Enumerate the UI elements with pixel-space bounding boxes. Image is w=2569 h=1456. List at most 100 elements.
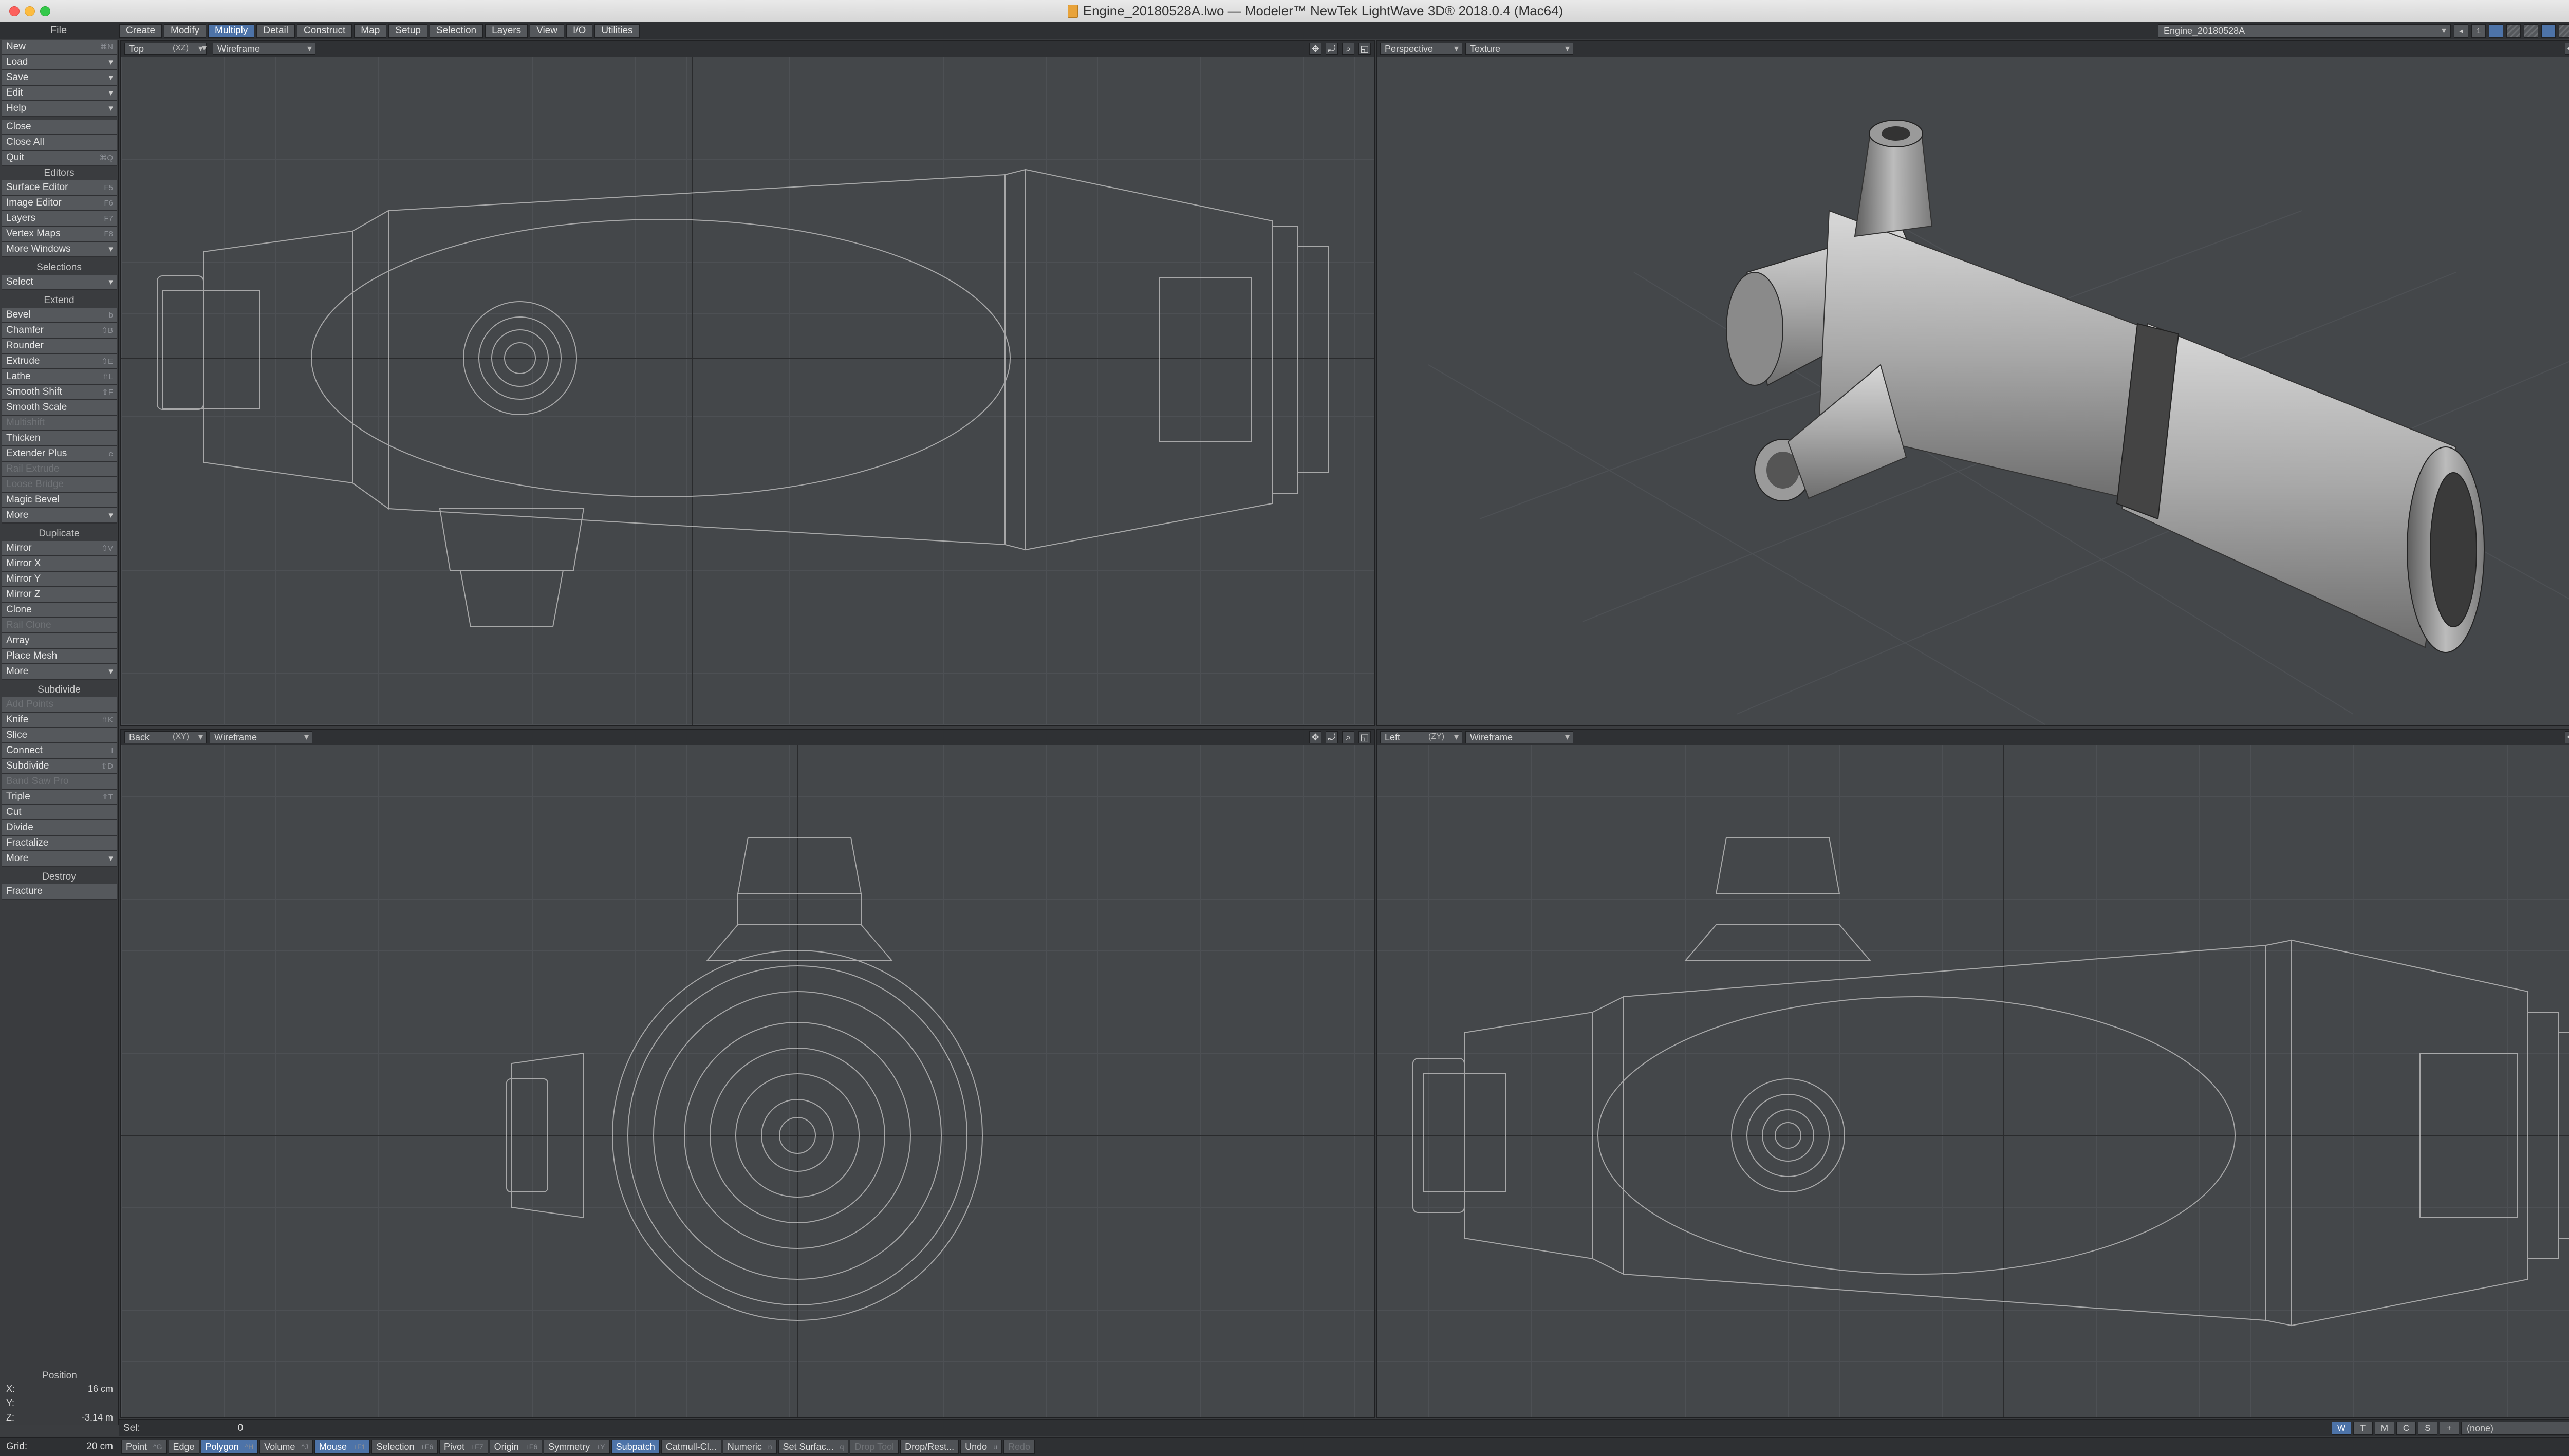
mode-drop-rest-button[interactable]: Drop/Rest... (900, 1440, 959, 1454)
layer-5-box[interactable] (2559, 24, 2569, 38)
display-toggle-s[interactable]: S (2418, 1422, 2437, 1435)
file_items2-quit-button[interactable]: Quit ⌘Q (2, 151, 117, 166)
destroy-fracture-button[interactable]: Fracture (2, 884, 117, 900)
duplicate-mirror-y-button[interactable]: Mirror Y (2, 572, 117, 587)
extend-thicken-button[interactable]: Thicken (2, 431, 117, 446)
render-mode-select[interactable]: Wireframe (213, 43, 315, 55)
layer-4-box[interactable] (2541, 24, 2556, 38)
tab-layers[interactable]: Layers (485, 24, 528, 38)
duplicate-mirror-button[interactable]: Mirror ⇧V (2, 541, 117, 556)
editors-image-editor-button[interactable]: Image Editor F6 (2, 196, 117, 211)
tab-setup[interactable]: Setup (388, 24, 427, 38)
duplicate-clone-button[interactable]: Clone (2, 603, 117, 618)
layer-3-box[interactable] (2524, 24, 2538, 38)
tab-multiply[interactable]: Multiply (208, 24, 255, 38)
viewport-perspective[interactable]: Perspective Texture ✥ ⤾ ⌕ ◱ (1376, 40, 2569, 726)
viewport-back[interactable]: Back Wireframe (XY) ✥ ⤾ ⌕ ◱ (120, 729, 1375, 1418)
subdivide-divide-button[interactable]: Divide (2, 820, 117, 836)
tab-selection[interactable]: Selection (429, 24, 483, 38)
mode-origin-button[interactable]: Origin +F6 (489, 1440, 543, 1454)
viewport-left[interactable]: Left Wireframe (ZY) ✥ ⤾ ⌕ ◱ (1376, 729, 2569, 1418)
subdivide-knife-button[interactable]: Knife ⇧K (2, 713, 117, 728)
maximize-view-icon[interactable]: ◱ (1358, 731, 1371, 743)
display-toggle-t[interactable]: T (2353, 1422, 2373, 1435)
rotate-view-icon[interactable]: ⤾ (1326, 731, 1338, 743)
zoom-view-icon[interactable]: ⌕ (1342, 731, 1354, 743)
render-mode-select[interactable]: Wireframe (1465, 731, 1573, 743)
view-type-select[interactable]: Top (124, 43, 207, 55)
editors-more-windows-button[interactable]: More Windows (2, 242, 117, 257)
tab-view[interactable]: View (530, 24, 564, 38)
extend-smooth-shift-button[interactable]: Smooth Shift ⇧F (2, 385, 117, 400)
extend-bevel-button[interactable]: Bevel b (2, 308, 117, 323)
mode-polygon-button[interactable]: Polygon ^H (200, 1440, 258, 1454)
tab-modify[interactable]: Modify (164, 24, 206, 38)
duplicate-place-mesh-button[interactable]: Place Mesh (2, 649, 117, 664)
duplicate-mirror-x-button[interactable]: Mirror X (2, 556, 117, 572)
mode-subpatch-button[interactable]: Subpatch (611, 1440, 660, 1454)
duplicate-more-button[interactable]: More (2, 664, 117, 680)
mode-undo-button[interactable]: Undo u (960, 1440, 1002, 1454)
tab-utilities[interactable]: Utilities (594, 24, 640, 38)
extend-extender-plus-button[interactable]: Extender Plus e (2, 446, 117, 462)
editors-layers-button[interactable]: Layers F7 (2, 211, 117, 227)
extend-chamfer-button[interactable]: Chamfer ⇧B (2, 323, 117, 339)
viewport-top[interactable]: Top Wireframe (XZ) ✥ ⤾ ⌕ ◱ (120, 40, 1375, 726)
object-select[interactable]: Engine_20180528A (2158, 24, 2451, 38)
extend-extrude-button[interactable]: Extrude ⇧E (2, 354, 117, 369)
selections-select-button[interactable]: Select (2, 275, 117, 290)
subdivide-more-button[interactable]: More (2, 851, 117, 867)
view-type-select[interactable]: Back (124, 731, 207, 743)
display-toggle-w[interactable]: W (2332, 1422, 2351, 1435)
extend-lathe-button[interactable]: Lathe ⇧L (2, 369, 117, 385)
mode-point-button[interactable]: Point ^G (121, 1440, 167, 1454)
tab-create[interactable]: Create (119, 24, 162, 38)
none-select[interactable]: (none) (2461, 1422, 2569, 1435)
extend-rounder-button[interactable]: Rounder (2, 339, 117, 354)
editors-surface-editor-button[interactable]: Surface Editor F5 (2, 180, 117, 196)
display-toggle-c[interactable]: C (2396, 1422, 2416, 1435)
display-toggle-m[interactable]: M (2375, 1422, 2394, 1435)
file_items2-close-all-button[interactable]: Close All (2, 135, 117, 151)
tab-detail[interactable]: Detail (256, 24, 295, 38)
file_items2-close-button[interactable]: Close (2, 120, 117, 135)
subdivide-fractalize-button[interactable]: Fractalize (2, 836, 117, 851)
mode-catmull-cl-button[interactable]: Catmull-Cl... (661, 1440, 721, 1454)
move-view-icon[interactable]: ✥ (1309, 731, 1321, 743)
duplicate-mirror-z-button[interactable]: Mirror Z (2, 587, 117, 603)
editors-vertex-maps-button[interactable]: Vertex Maps F8 (2, 227, 117, 242)
tab-map[interactable]: Map (354, 24, 387, 38)
mode-set-surfac-button[interactable]: Set Surfac... q (778, 1440, 849, 1454)
mode-selection-button[interactable]: Selection +F6 (371, 1440, 438, 1454)
subdivide-connect-button[interactable]: Connect l (2, 743, 117, 759)
mode-numeric-button[interactable]: Numeric n (722, 1440, 777, 1454)
zoom-view-icon[interactable]: ⌕ (1342, 43, 1354, 55)
file_items-edit-button[interactable]: Edit (2, 86, 117, 101)
duplicate-array-button[interactable]: Array (2, 633, 117, 649)
maximize-view-icon[interactable]: ◱ (1358, 43, 1371, 55)
tab-i-o[interactable]: I/O (566, 24, 593, 38)
subdivide-slice-button[interactable]: Slice (2, 728, 117, 743)
mode-mouse-button[interactable]: Mouse +F1 (314, 1440, 370, 1454)
subdivide-triple-button[interactable]: Triple ⇧T (2, 790, 117, 805)
file_items-save-button[interactable]: Save (2, 70, 117, 86)
view-type-select[interactable]: Perspective (1380, 43, 1462, 55)
mode-edge-button[interactable]: Edge (168, 1440, 199, 1454)
subdivide-cut-button[interactable]: Cut (2, 805, 117, 820)
move-view-icon[interactable]: ✥ (2565, 43, 2569, 55)
extend-more-button[interactable]: More (2, 508, 117, 524)
extend-smooth-scale-button[interactable]: Smooth Scale (2, 400, 117, 416)
subdivide-subdivide-button[interactable]: Subdivide ⇧D (2, 759, 117, 774)
layer-2-box[interactable] (2506, 24, 2521, 38)
layer-1-box[interactable] (2489, 24, 2503, 38)
move-view-icon[interactable]: ✥ (1309, 43, 1321, 55)
mode-symmetry-button[interactable]: Symmetry +Y (544, 1440, 610, 1454)
rotate-view-icon[interactable]: ⤾ (1326, 43, 1338, 55)
mode-volume-button[interactable]: Volume ^J (259, 1440, 313, 1454)
mode-pivot-button[interactable]: Pivot +F7 (439, 1440, 488, 1454)
tab-construct[interactable]: Construct (296, 24, 352, 38)
display-toggle-plus[interactable]: + (2440, 1422, 2459, 1435)
render-mode-select[interactable]: Wireframe (210, 731, 312, 743)
file_items-load-button[interactable]: Load (2, 55, 117, 70)
render-mode-select[interactable]: Texture (1465, 43, 1573, 55)
